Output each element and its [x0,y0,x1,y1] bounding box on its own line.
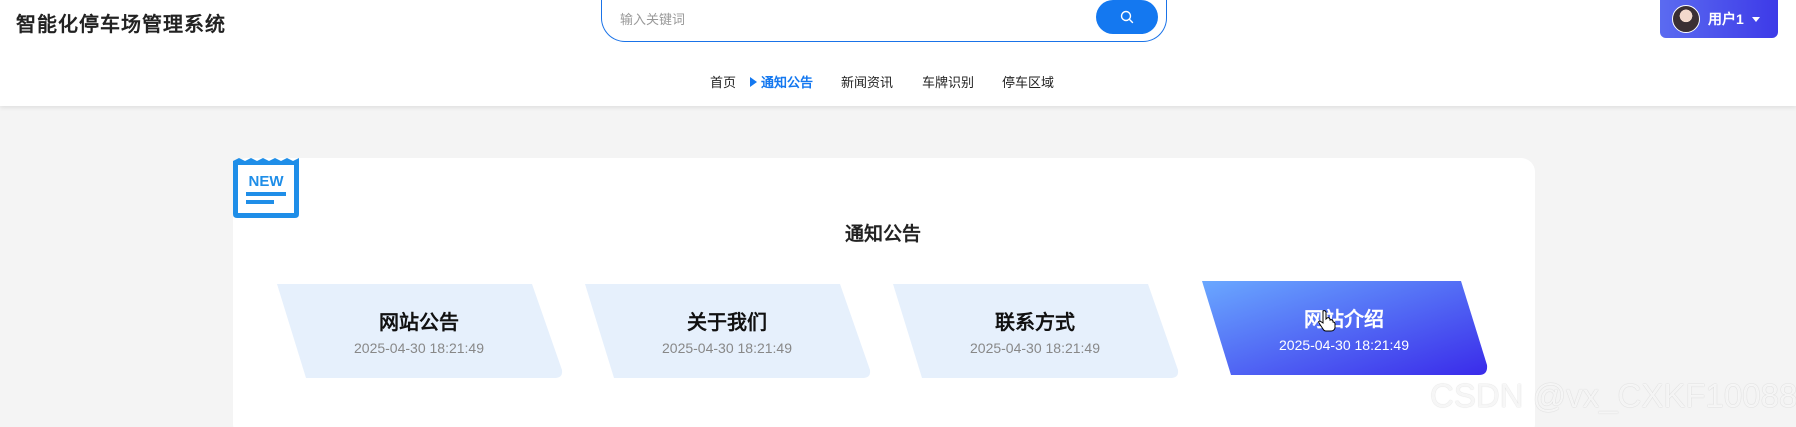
notice-tile-website-announcement[interactable]: 网站公告 2025-04-30 18:21:49 [274,284,564,378]
tile-date: 2025-04-30 18:21:49 [970,340,1100,356]
notice-tile-about-us[interactable]: 关于我们 2025-04-30 18:21:49 [582,284,872,378]
hand-cursor-icon [1318,310,1336,332]
site-title: 智能化停车场管理系统 [16,14,226,36]
nav-item-home[interactable]: 首页 [710,72,736,91]
section-title: 通知公告 [844,224,921,245]
notice-tile-site-intro[interactable]: 网站介绍 2025-04-30 18:21:49 [1199,281,1489,375]
nav-item-parking-area[interactable]: 停车区域 [1002,72,1054,91]
tile-date: 2025-04-30 18:21:49 [662,340,792,356]
chevron-down-icon [1751,16,1760,22]
nav-item-plate-recognition[interactable]: 车牌识别 [922,72,974,91]
tile-date: 2025-04-30 18:21:49 [354,340,484,356]
search-input[interactable] [620,6,1060,32]
user-menu-button[interactable]: 用户1 [1660,0,1778,38]
top-header: 智能化停车场管理系统 用户1 首页 通知公告 新闻资讯 车牌识别 停车区域 [0,0,1796,106]
nav-item-notices[interactable]: 通知公告 [750,72,813,91]
search-button[interactable] [1096,0,1158,34]
user-name: 用户1 [1708,11,1744,27]
nav-item-news[interactable]: 新闻资讯 [841,72,893,91]
nav-item-label: 通知公告 [761,75,814,90]
tile-title: 网站公告 [379,312,459,334]
active-arrow-icon [750,77,757,87]
avatar [1672,5,1700,33]
main-nav: 首页 通知公告 新闻资讯 车牌识别 停车区域 [0,72,1796,92]
search-icon [1120,10,1134,24]
tile-title: 联系方式 [995,312,1075,334]
new-badge-text: NEW [249,173,285,190]
notice-tile-contact[interactable]: 联系方式 2025-04-30 18:21:49 [890,284,1180,378]
search-box [601,0,1167,42]
tile-title: 网站介绍 [1304,309,1384,331]
tile-title: 关于我们 [687,312,767,334]
watermark-text: CSDN @vx_CXKF10088 [1430,377,1796,414]
tile-date: 2025-04-30 18:21:49 [1279,337,1409,353]
new-badge-icon: NEW [233,158,299,218]
